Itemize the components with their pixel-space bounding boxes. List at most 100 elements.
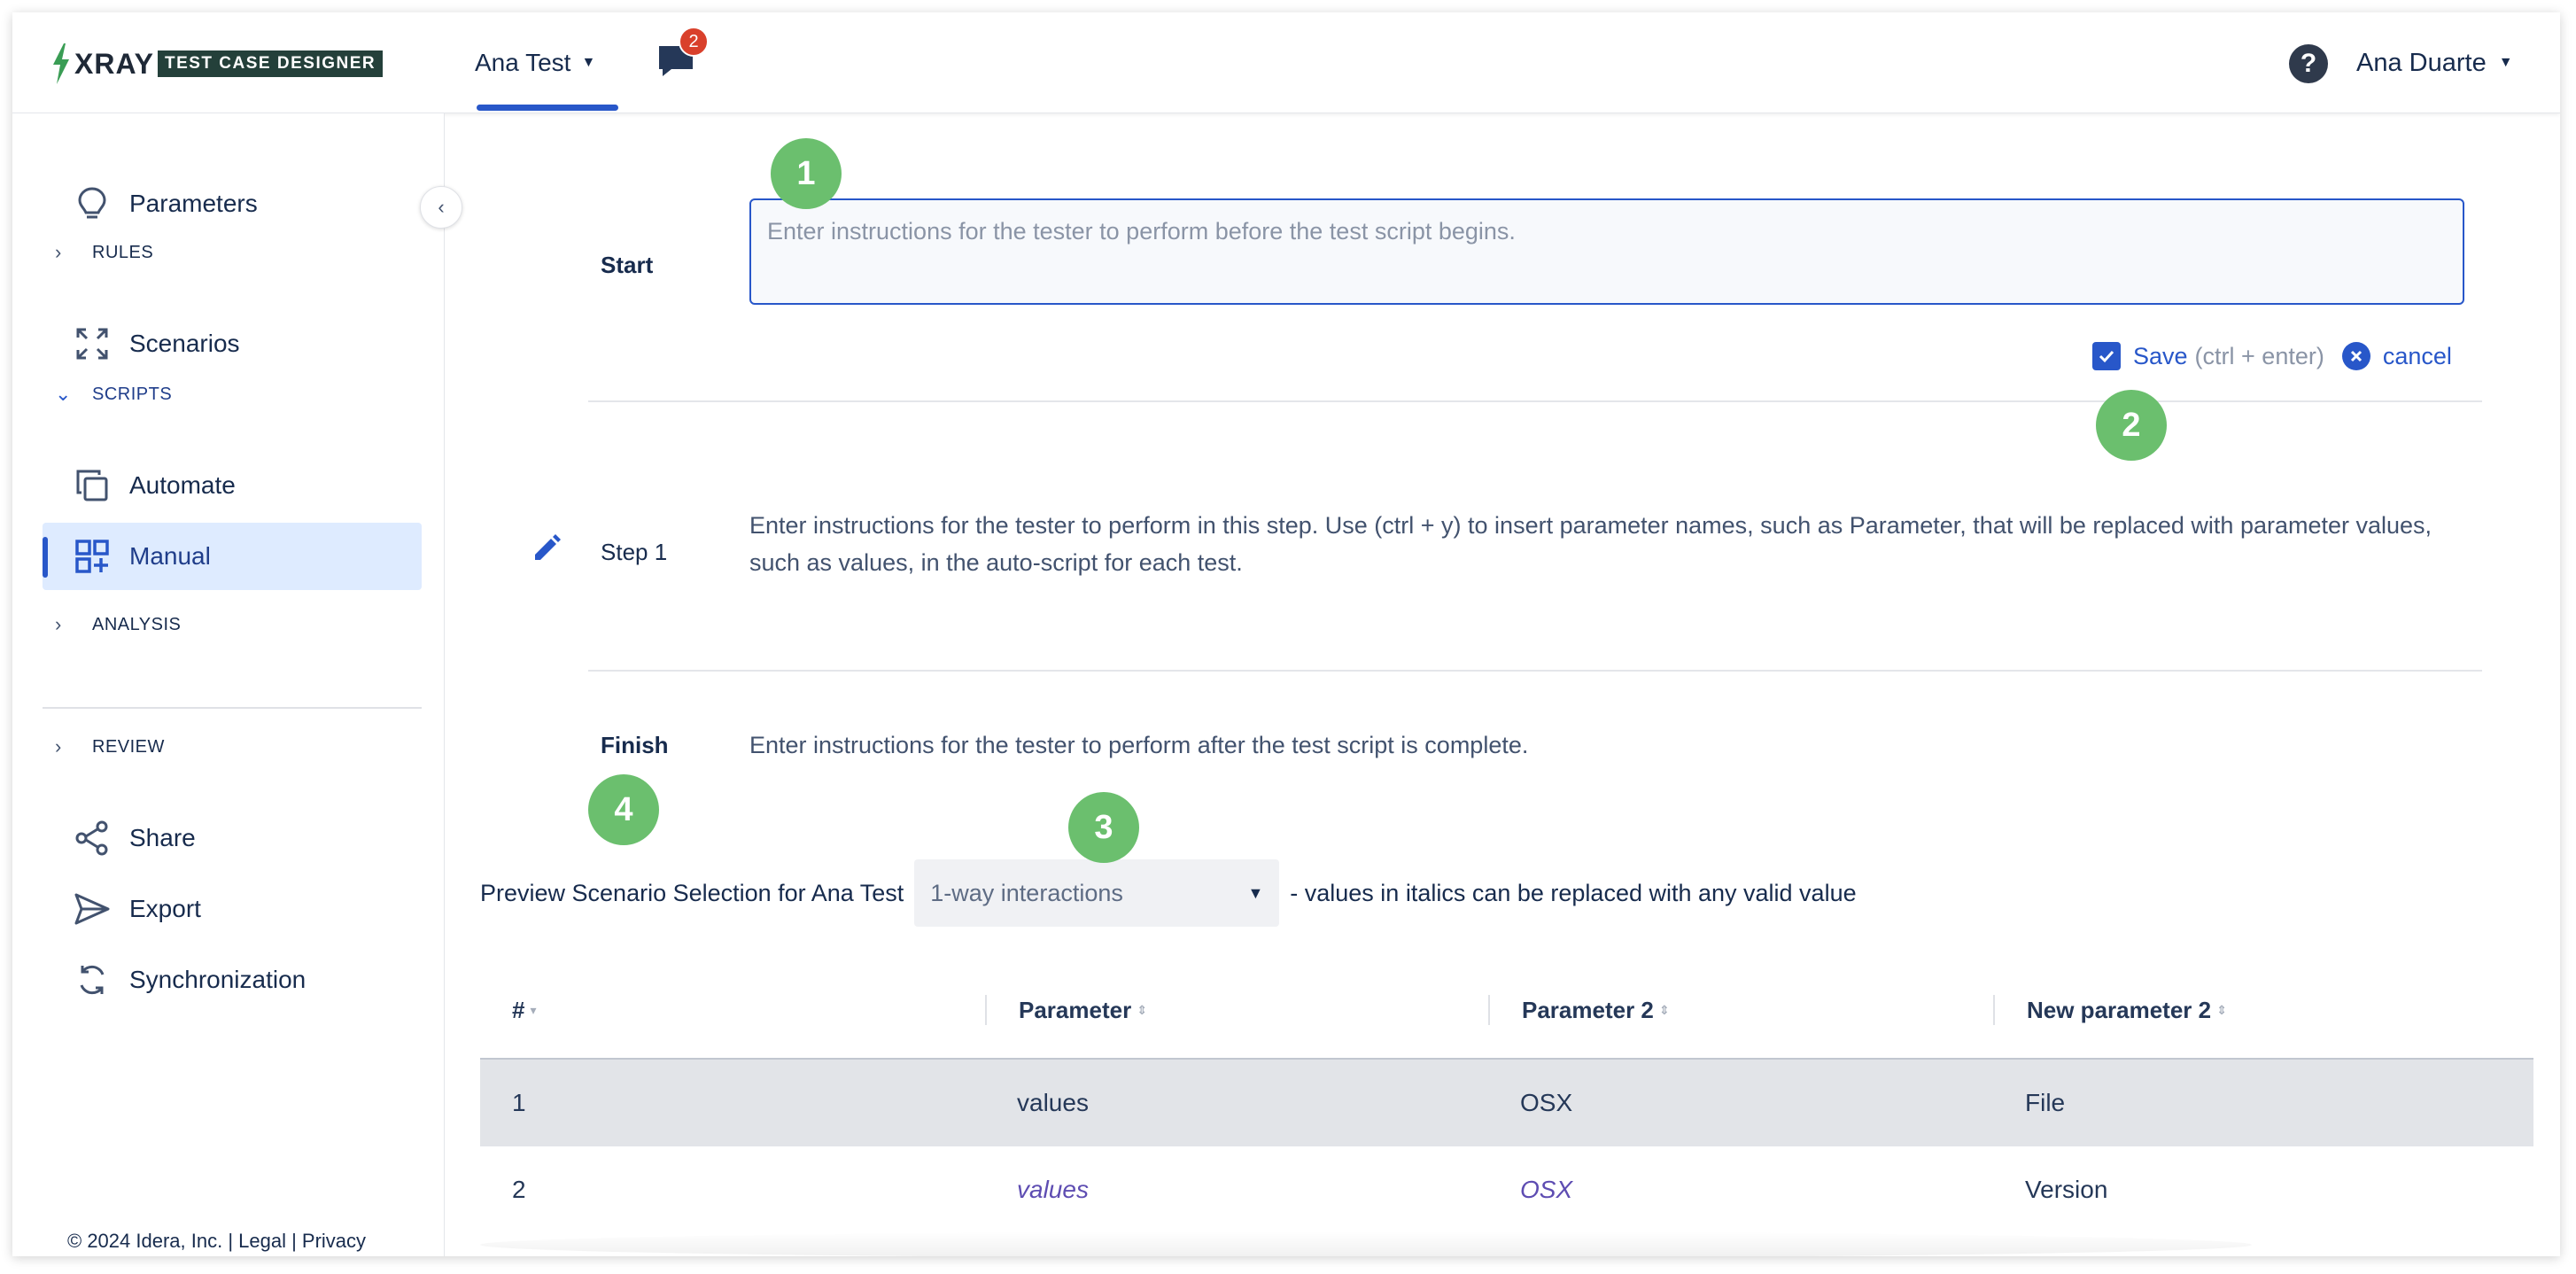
sidebar-section-review[interactable]: › REVIEW [55,735,165,758]
column-label: Parameter 2 [1522,996,1654,1023]
interaction-strength-select[interactable]: 1-way interactions ▼ [914,859,1280,927]
sidebar-item-manual[interactable]: Manual [43,523,422,590]
sidebar-section-scripts[interactable]: ⌄ SCRIPTS [55,383,172,406]
column-header-parameter[interactable]: Parameter ⇕ [985,995,1488,1025]
column-header-number[interactable]: # ▾ [480,995,985,1025]
grid-plus-icon [73,537,112,576]
sort-icon: ⇕ [2216,1002,2227,1017]
scroll-shadow [480,1231,2252,1256]
cell-number: 2 [512,1176,526,1203]
column-header-parameter-2[interactable]: Parameter 2 ⇕ [1488,995,1993,1025]
step-badge-2: 2 [2096,390,2167,461]
sort-icon: ⇕ [1658,1002,1670,1017]
send-icon [73,889,112,928]
sidebar-item-label: Parameters [129,190,258,217]
sidebar-section-analysis[interactable]: › ANALYSIS [55,613,181,636]
step-badge-1: 1 [771,138,842,209]
sidebar-section-label: REVIEW [92,736,165,757]
preview-selection-row: Preview Scenario Selection for Ana Test … [480,859,1857,927]
share-icon [73,819,112,858]
copyright-footer[interactable]: © 2024 Idera, Inc. | Legal | Privacy [67,1230,366,1253]
xray-logo[interactable]: XRAY TEST CASE DESIGNER [50,37,384,90]
cell-parameter-2: OSX [1520,1089,1573,1116]
checkmark-icon[interactable] [2092,342,2121,370]
sync-icon [73,960,112,999]
column-label: # [512,996,525,1023]
sidebar-section-label: SCRIPTS [92,384,173,404]
bolt-icon [53,43,69,84]
active-tab-indicator [477,105,618,111]
select-value: 1-way interactions [930,879,1123,906]
sidebar-item-parameters[interactable]: Parameters [43,170,422,237]
user-menu[interactable]: Ana Duarte ▼ [2356,12,2513,113]
sidebar-item-share[interactable]: Share [43,804,422,872]
sidebar-item-automate[interactable]: Automate [43,452,422,519]
sidebar-item-label: Automate [129,471,236,499]
notification-badge: 2 [679,27,709,57]
copy-icon [73,466,112,505]
step-badge-3: 3 [1068,792,1139,863]
sidebar: ‹ Parameters › RULES Scenarios ⌄ SCRIPTS [12,113,462,1256]
top-header: XRAY TEST CASE DESIGNER Ana Test ▼ 2 ? A… [12,12,2560,113]
sidebar-item-label: Share [129,824,196,851]
sort-icon: ▾ [530,1002,537,1017]
column-header-new-parameter-2[interactable]: New parameter 2 ⇕ [1993,995,2533,1025]
preview-note: - values in italics can be replaced with… [1290,879,1857,906]
project-selector[interactable]: Ana Test ▼ [475,12,595,113]
main-content: 1 Start Save (ctrl + enter) cancel 2 Ste… [445,113,2560,1256]
row-divider [588,400,2482,402]
lightbulb-icon [73,184,112,223]
logo-text: XRAY [74,47,154,80]
start-label: Start [601,252,654,278]
cell-number: 1 [512,1089,526,1116]
chevron-down-icon: ▼ [2498,55,2513,70]
help-icon[interactable]: ? [2289,44,2328,83]
finish-instructions[interactable]: Enter instructions for the tester to per… [749,732,1528,759]
save-shortcut-hint: (ctrl + enter) [2194,342,2324,369]
sidebar-item-label: Export [129,895,201,922]
preview-label: Preview Scenario Selection for Ana Test [480,879,904,906]
table-header: # ▾ Parameter ⇕ Parameter 2 ⇕ New parameter… [480,962,2533,1060]
chevron-down-icon: ▼ [581,55,596,70]
table-row[interactable]: 1 values OSX File [480,1060,2533,1146]
cell-new-parameter-2: File [2025,1089,2066,1116]
sidebar-item-synchronization[interactable]: Synchronization [43,946,422,1014]
step-1-instructions[interactable]: Enter instructions for the tester to per… [749,507,2486,581]
chevron-right-icon: › [55,241,62,263]
sidebar-item-export[interactable]: Export [43,875,422,943]
sidebar-divider [43,707,422,709]
start-instructions-input[interactable] [749,198,2464,305]
cell-parameter: values [1017,1089,1089,1116]
sidebar-item-label: Manual [129,542,211,570]
sidebar-section-rules[interactable]: › RULES [55,241,153,264]
finish-label: Finish [601,732,669,758]
collapse-sidebar-button[interactable]: ‹ [420,186,462,229]
sidebar-section-label: ANALYSIS [92,614,182,634]
table-row[interactable]: 2 values OSX Version [480,1146,2533,1233]
pencil-icon[interactable] [531,532,563,563]
cell-parameter-2: OSX [1520,1176,1573,1203]
chevron-right-icon: › [55,735,62,757]
column-label: New parameter 2 [2027,996,2212,1023]
chevron-down-icon: ⌄ [55,383,72,405]
app-window: XRAY TEST CASE DESIGNER Ana Test ▼ 2 ? A… [12,12,2560,1256]
sidebar-section-label: RULES [92,242,154,262]
chevron-down-icon: ▼ [1247,883,1264,902]
chevron-right-icon: › [55,613,62,635]
row-divider [588,670,2482,672]
close-icon[interactable] [2341,342,2370,370]
expand-arrows-icon [73,324,112,363]
logo-badge: TEST CASE DESIGNER [157,50,384,77]
sidebar-item-label: Synchronization [129,966,306,993]
step-1-label: Step 1 [601,539,668,565]
project-name: Ana Test [475,49,571,76]
sort-icon: ⇕ [1137,1002,1147,1017]
sidebar-item-scenarios[interactable]: Scenarios [43,310,422,377]
step-badge-4: 4 [588,774,659,845]
cell-new-parameter-2: Version [2025,1176,2108,1203]
cancel-button[interactable]: cancel [2383,343,2452,370]
save-controls: Save (ctrl + enter) cancel [2092,342,2452,370]
save-button[interactable]: Save [2133,343,2188,370]
user-name: Ana Duarte [2356,48,2487,77]
column-label: Parameter [1019,996,1132,1023]
